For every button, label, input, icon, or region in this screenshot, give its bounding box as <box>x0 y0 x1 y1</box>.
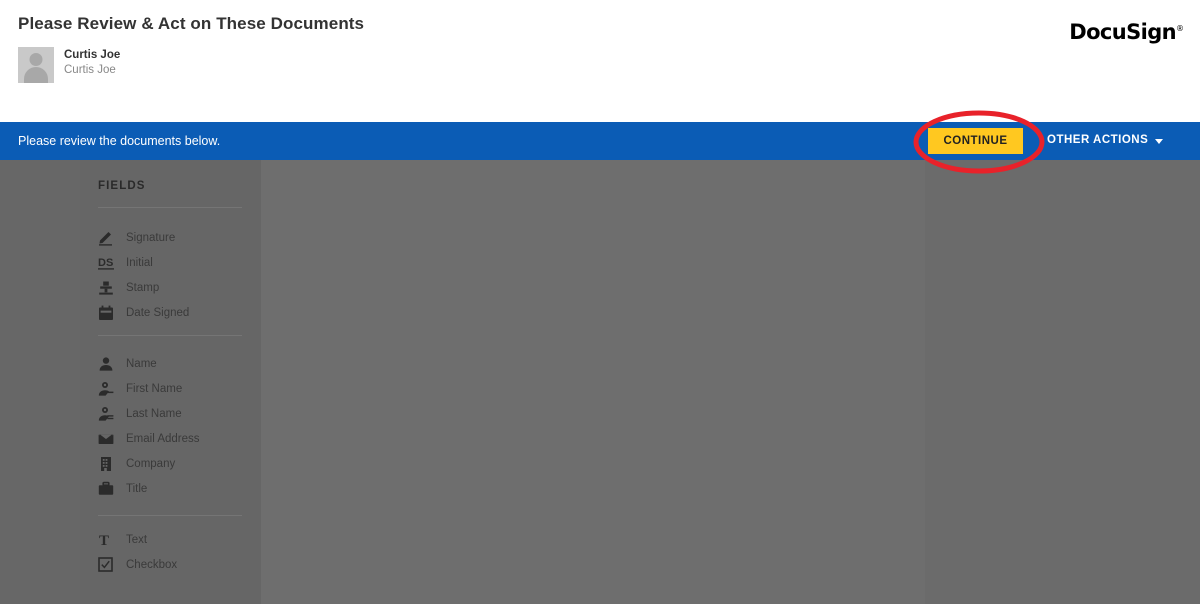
field-label: Company <box>126 457 176 470</box>
avatar-head-shape <box>29 53 43 66</box>
field-item-text[interactable]: T Text <box>98 527 261 552</box>
briefcase-icon <box>98 480 118 498</box>
field-item-last-name[interactable]: Last Name <box>98 401 261 426</box>
field-item-date-signed[interactable]: Date Signed <box>98 300 261 325</box>
stamp-icon <box>98 279 118 297</box>
svg-text:DS: DS <box>98 257 113 269</box>
field-item-name[interactable]: Name <box>98 351 261 376</box>
text-t-icon: T <box>98 531 118 549</box>
field-group-signing: Signature DS Initial Stamp Date Signed <box>98 225 261 325</box>
field-label: Date Signed <box>126 306 190 319</box>
recipient-name: Curtis Joe <box>64 49 121 61</box>
continue-button[interactable]: CONTINUE <box>928 128 1023 154</box>
person-icon <box>98 355 118 373</box>
field-item-title[interactable]: Title <box>98 476 261 501</box>
field-label: Name <box>126 357 157 370</box>
recipient-subtitle: Curtis Joe <box>64 64 116 77</box>
fields-panel-title: FIELDS <box>98 180 146 192</box>
field-item-checkbox[interactable]: Checkbox <box>98 552 261 577</box>
person-first-name-icon <box>98 380 118 398</box>
page-title: Please Review & Act on These Documents <box>18 14 365 33</box>
field-label: Text <box>126 533 148 546</box>
panel-divider-1 <box>98 207 242 208</box>
field-item-signature[interactable]: Signature <box>98 225 261 250</box>
action-bar-message: Please review the documents below. <box>18 134 221 148</box>
other-actions-menu[interactable]: OTHER ACTIONS <box>1047 134 1164 146</box>
envelope-icon <box>98 430 118 448</box>
avatar <box>18 47 54 83</box>
field-label: Signature <box>126 231 176 244</box>
docusign-logo: DocuSign® <box>1069 20 1184 44</box>
field-label: Stamp <box>126 281 160 294</box>
signature-pen-icon <box>98 229 118 247</box>
svg-text:T: T <box>99 533 109 548</box>
field-item-email-address[interactable]: Email Address <box>98 426 261 451</box>
field-label: Checkbox <box>126 558 178 571</box>
avatar-body-shape <box>24 67 48 83</box>
fields-panel: FIELDS Signature DS Initial Stamp Date S… <box>80 160 261 604</box>
field-item-stamp[interactable]: Stamp <box>98 275 261 300</box>
docusign-trademark: ® <box>1176 24 1184 33</box>
field-label: Initial <box>126 256 153 269</box>
field-item-company[interactable]: Company <box>98 451 261 476</box>
field-item-first-name[interactable]: First Name <box>98 376 261 401</box>
person-last-name-icon <box>98 405 118 423</box>
building-icon <box>98 455 118 473</box>
recipient-text: Curtis Joe Curtis Joe <box>64 47 120 78</box>
checkbox-icon <box>98 556 118 574</box>
field-item-initial[interactable]: DS Initial <box>98 250 261 275</box>
docusign-logo-text: DocuSign <box>1069 20 1176 44</box>
field-group-identity: Name First Name Last Name Email Address … <box>98 351 261 501</box>
page-header: Please Review & Act on These Documents C… <box>0 0 1200 122</box>
recipient-block: Curtis Joe Curtis Joe <box>18 47 120 83</box>
panel-divider-2 <box>98 335 242 336</box>
field-label: Email Address <box>126 432 200 445</box>
body-area: FIELDS Signature DS Initial Stamp Date S… <box>0 160 1200 604</box>
calendar-icon <box>98 304 118 322</box>
field-group-inputs: T Text Checkbox <box>98 527 261 577</box>
field-label: First Name <box>126 382 183 395</box>
document-canvas[interactable] <box>261 160 925 604</box>
field-label: Last Name <box>126 407 182 420</box>
panel-divider-3 <box>98 515 242 516</box>
ds-initial-icon: DS <box>98 254 118 272</box>
chevron-down-icon <box>1155 138 1164 144</box>
other-actions-label: OTHER ACTIONS <box>1047 134 1149 146</box>
field-label: Title <box>126 482 148 495</box>
